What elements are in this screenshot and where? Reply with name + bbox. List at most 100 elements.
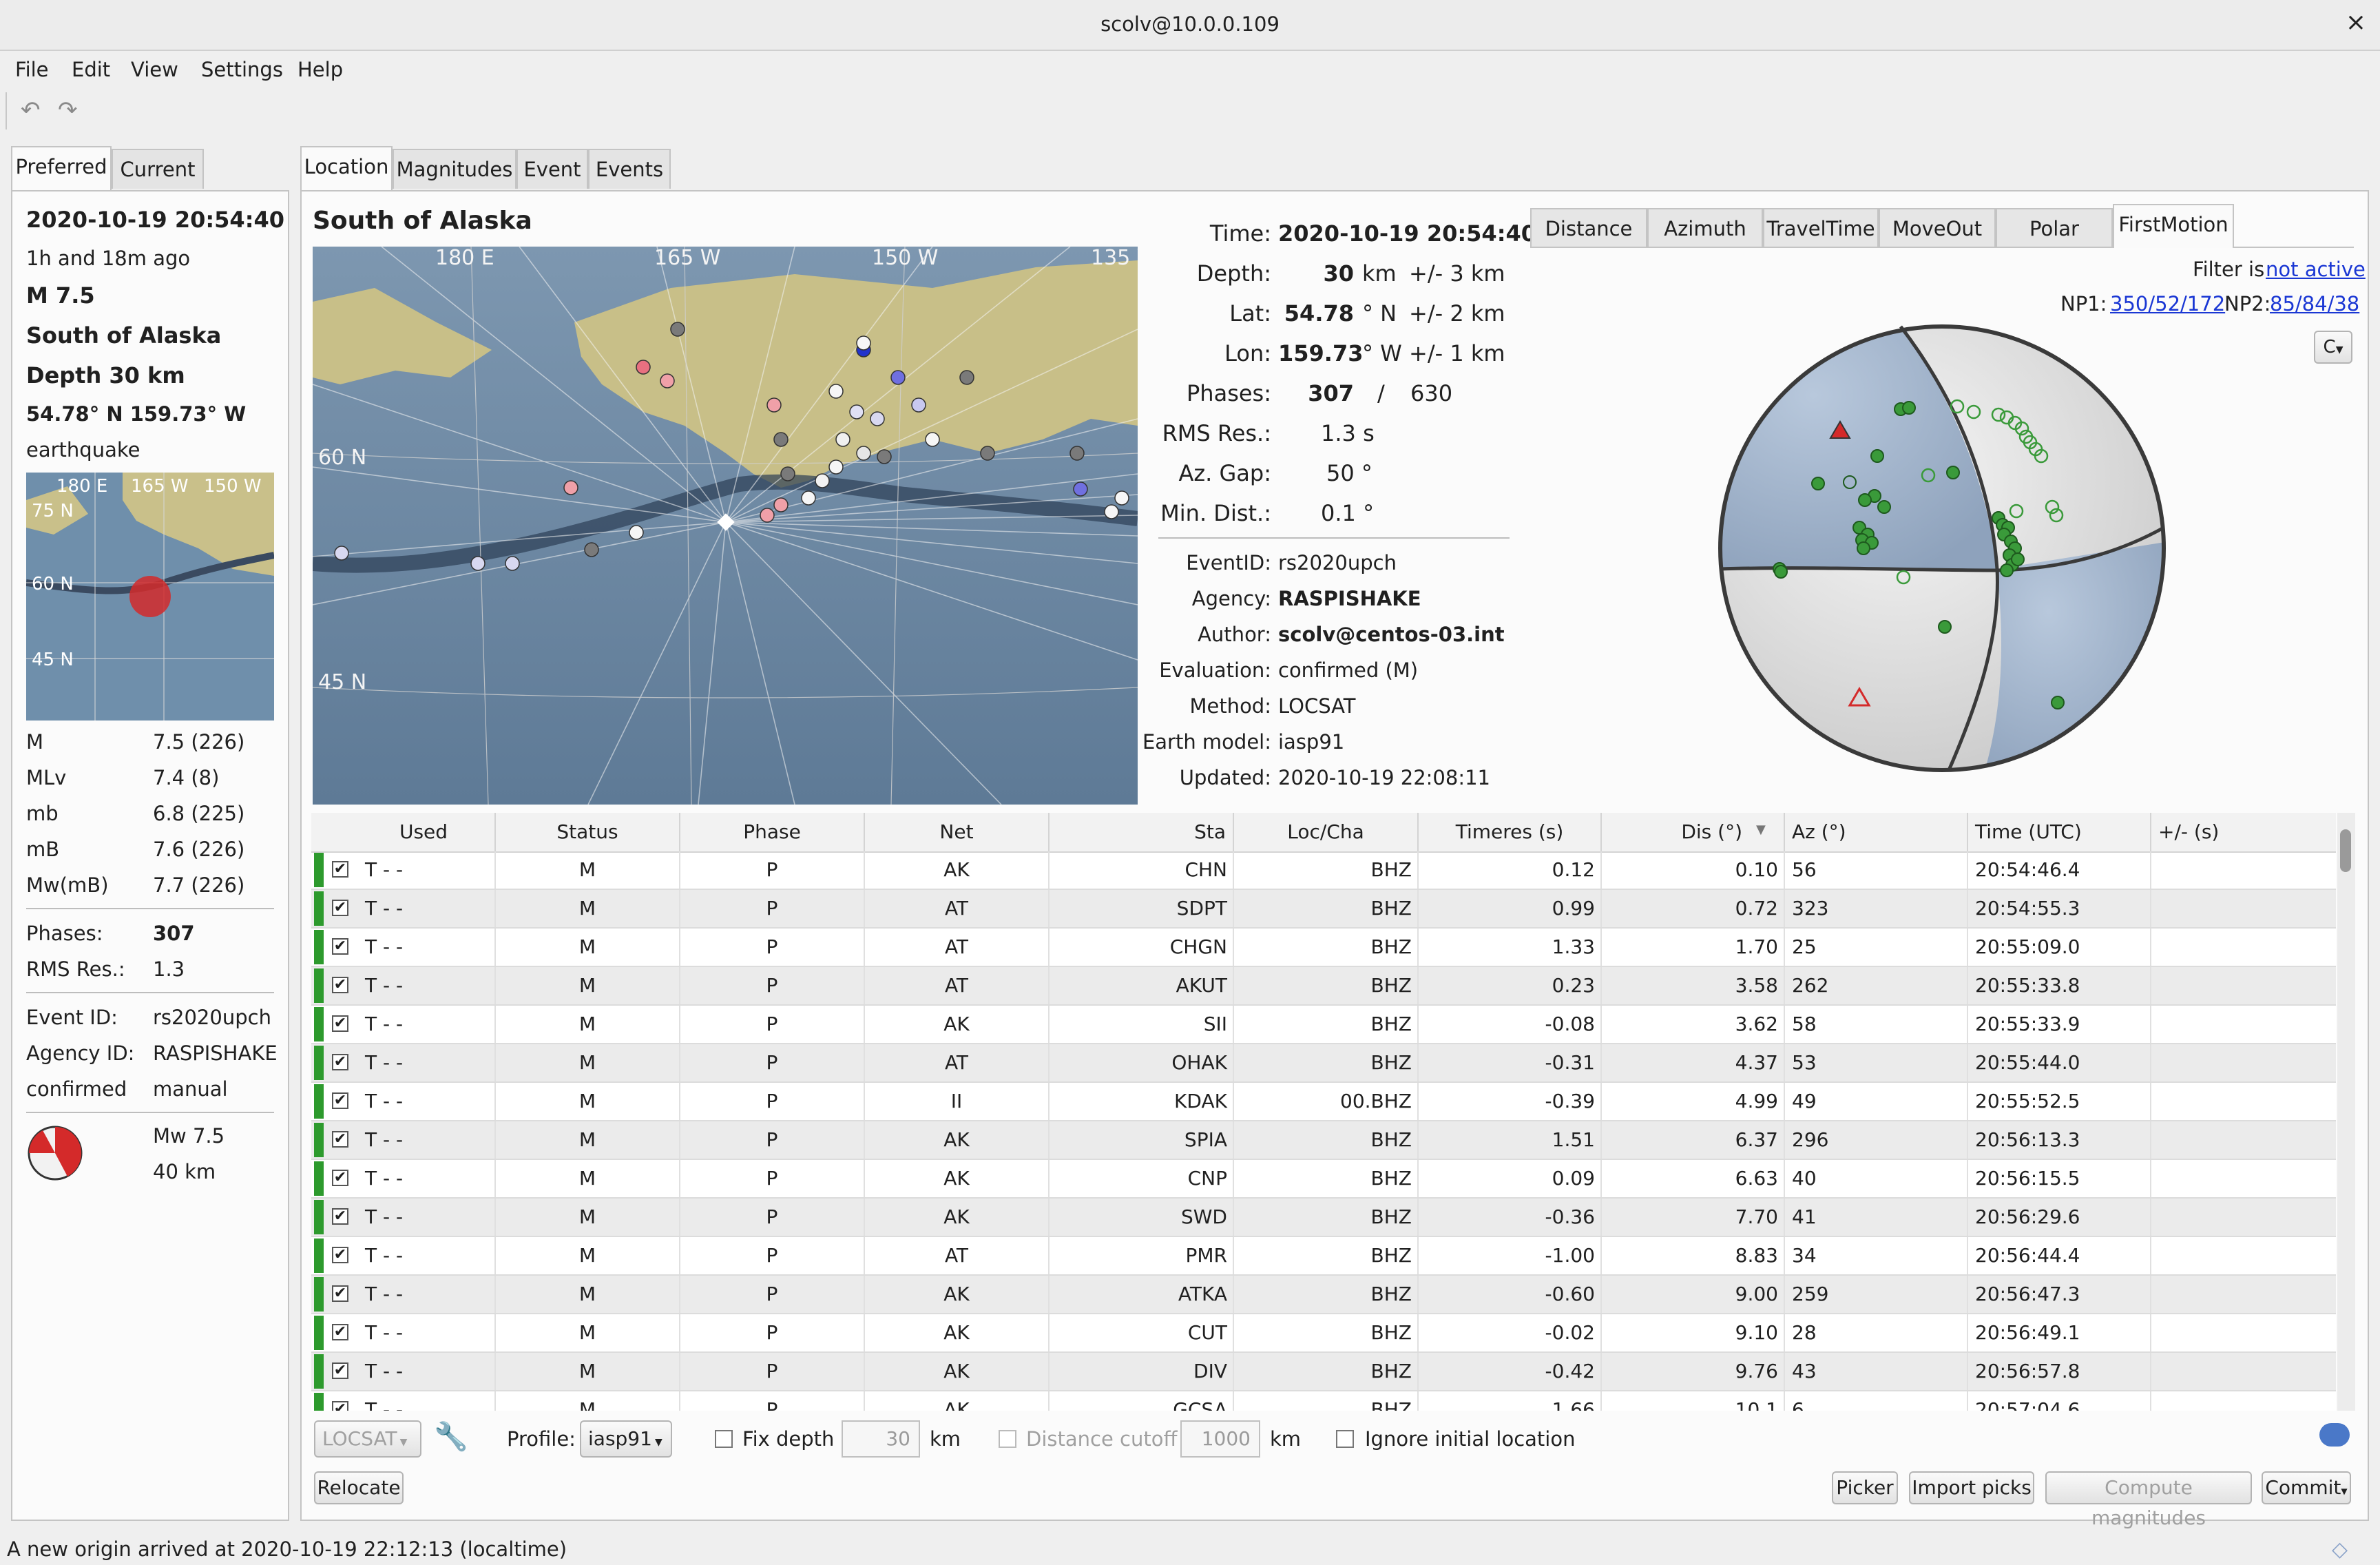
close-icon[interactable]: ×	[2346, 8, 2366, 37]
cell-status: M	[496, 1199, 680, 1236]
summary-ago: 1h and 18m ago	[26, 247, 191, 270]
mag-name: MLv	[26, 766, 67, 789]
cell-used: T - -	[311, 1083, 496, 1120]
cell-time: 20:54:46.4	[1968, 851, 2151, 889]
tab-moveout[interactable]: MoveOut	[1879, 208, 1996, 248]
table-row[interactable]: ✔ T - - M P AK ATKA BHZ -0.60 9.00 259 20:56:47.3	[311, 1276, 2336, 1314]
mini-map[interactable]: 180 E 165 W 150 W 75 N 60 N 45 N	[26, 473, 274, 721]
menu-file[interactable]: File	[15, 58, 49, 81]
fix-depth-input[interactable]: 30	[842, 1420, 920, 1458]
relocate-button[interactable]: Relocate	[314, 1471, 404, 1504]
agency-value: RASPISHAKE	[153, 1041, 278, 1065]
mag-value: 7.4 (8)	[153, 766, 220, 789]
table-row[interactable]: ✔ T - - M P AT SDPT BHZ 0.99 0.72 323 20:54:55.3	[311, 890, 2336, 929]
col-err[interactable]: +/- (s)	[2151, 813, 2336, 851]
menu-view[interactable]: View	[131, 58, 178, 81]
col-phase[interactable]: Phase	[680, 813, 865, 851]
table-scrollbar[interactable]	[2337, 813, 2355, 1411]
tab-current[interactable]: Current	[112, 149, 204, 189]
menu-settings[interactable]: Settings	[201, 58, 283, 81]
table-row[interactable]: ✔ T - - M P AK CUT BHZ -0.02 9.10 28 20:56:49.1	[311, 1314, 2336, 1353]
undo-icon[interactable]: ↶	[21, 96, 41, 124]
cell-err	[2151, 890, 2336, 927]
cell-timeres: 0.23	[1419, 967, 1602, 1004]
table-row[interactable]: ✔ T - - M P II KDAK 00.BHZ -0.39 4.99 49 20:55:52.…	[311, 1083, 2336, 1121]
redo-icon[interactable]: ↷	[58, 96, 78, 124]
import-picks-button[interactable]: Import picks	[1909, 1471, 2034, 1504]
table-row[interactable]: ✔ T - - M P AK CNP BHZ 0.09 6.63 40 20:56:15.5	[311, 1160, 2336, 1199]
lon-value: 159.73	[1278, 340, 1364, 366]
cell-used: T - -	[311, 1044, 496, 1081]
cell-dis: 10.1	[1602, 1391, 1785, 1411]
col-loccha[interactable]: Loc/Cha	[1234, 813, 1419, 851]
table-row[interactable]: ✔ T - - M P AK SWD BHZ -0.36 7.70 41 20:56:29.6	[311, 1199, 2336, 1237]
cell-time: 20:56:44.4	[1968, 1237, 2151, 1274]
fix-depth-checkbox[interactable]	[715, 1430, 733, 1448]
mag-name: M	[26, 730, 44, 754]
fm-options-button[interactable]: C▼	[2314, 331, 2352, 364]
cell-err	[2151, 967, 2336, 1004]
tab-preferred[interactable]: Preferred	[11, 146, 112, 190]
col-sta[interactable]: Sta	[1050, 813, 1234, 851]
cell-status: M	[496, 967, 680, 1004]
tab-location[interactable]: Location	[300, 146, 393, 190]
table-row[interactable]: ✔ T - - M P AT OHAK BHZ -0.31 4.37 53 20:55:44.0	[311, 1044, 2336, 1083]
table-row[interactable]: ✔ T - - M P AT AKUT BHZ 0.23 3.58 262 20:55:33.8	[311, 967, 2336, 1006]
cell-dis: 0.10	[1602, 851, 1785, 889]
chevron-down-icon: ▼	[2335, 344, 2344, 355]
cell-sta: SDPT	[1050, 890, 1234, 927]
tab-firstmotion[interactable]: FirstMotion	[2113, 204, 2234, 248]
chat-icon[interactable]	[2319, 1423, 2350, 1447]
distance-cutoff-input[interactable]: 1000	[1180, 1420, 1260, 1458]
rms-label: RMS Res.:	[26, 957, 125, 981]
table-row[interactable]: ✔ T - - M P AK CHN BHZ 0.12 0.10 56 20:54:46.4	[311, 851, 2336, 890]
table-row[interactable]: ✔ T - - M P AK SPIA BHZ 1.51 6.37 296 20:56:13.3	[311, 1121, 2336, 1160]
tab-traveltime[interactable]: TravelTime	[1763, 208, 1879, 248]
col-used[interactable]: Used	[311, 813, 496, 851]
table-row[interactable]: ✔ T - - M P AT PMR BHZ -1.00 8.83 34 20:56:44.4	[311, 1237, 2336, 1276]
np2-link[interactable]: 85/84/38	[2270, 292, 2359, 315]
fix-depth-unit: km	[930, 1427, 961, 1451]
picker-button[interactable]: Picker	[1832, 1471, 1898, 1504]
cell-phase: P	[680, 1083, 865, 1120]
filter-link[interactable]: not active	[2266, 258, 2366, 281]
tab-event[interactable]: Event	[516, 149, 588, 189]
tab-azimuth[interactable]: Azimuth	[1647, 208, 1763, 248]
tab-distance[interactable]: Distance	[1530, 208, 1647, 248]
col-time[interactable]: Time (UTC)	[1968, 813, 2151, 851]
col-timeres[interactable]: Timeres (s)	[1419, 813, 1602, 851]
window-title: scolv@10.0.0.109	[1100, 12, 1280, 36]
commit-button[interactable]: Commit▼	[2262, 1471, 2351, 1504]
cell-phase: P	[680, 890, 865, 927]
method-select[interactable]: LOCSAT ▼	[314, 1420, 421, 1458]
np1-link[interactable]: 350/52/172	[2110, 292, 2225, 315]
ignore-initial-checkbox[interactable]	[1336, 1430, 1354, 1448]
table-row[interactable]: ✔ T - - M P AK GCSA BHZ 1.66 10.1 6 20:57:04.6	[311, 1391, 2336, 1411]
menu-help[interactable]: Help	[298, 58, 343, 81]
location-map[interactable]: 180 E 165 W 150 W 135 W 60 N 45 N	[313, 247, 1138, 805]
menu-edit[interactable]: Edit	[72, 58, 110, 81]
compute-magnitudes-button[interactable]: Compute magnitudes	[2045, 1471, 2252, 1529]
table-row[interactable]: ✔ T - - M P AK DIV BHZ -0.42 9.76 43 20:56:57.8	[311, 1353, 2336, 1391]
cell-loccha: BHZ	[1234, 890, 1419, 927]
col-status[interactable]: Status	[496, 813, 680, 851]
col-net[interactable]: Net	[865, 813, 1050, 851]
time-label: Time:	[1209, 220, 1271, 247]
firstmotion-plot[interactable]	[1715, 321, 2169, 776]
table-row[interactable]: ✔ T - - M P AK SII BHZ -0.08 3.62 58 20:55:33.9	[311, 1006, 2336, 1044]
eventid-label: Event ID:	[26, 1006, 118, 1029]
cell-dis: 9.76	[1602, 1353, 1785, 1390]
profile-select[interactable]: iasp91 ▼	[580, 1420, 672, 1458]
table-scrollbar-thumb[interactable]	[2340, 829, 2351, 872]
tab-polar[interactable]: Polar	[1996, 208, 2113, 248]
divider	[26, 908, 274, 909]
cell-time: 20:57:04.6	[1968, 1391, 2151, 1411]
cell-status: M	[496, 1276, 680, 1313]
distance-cutoff-checkbox[interactable]	[999, 1430, 1016, 1448]
tab-events[interactable]: Events	[588, 149, 671, 189]
cell-dis: 6.63	[1602, 1160, 1785, 1197]
col-az[interactable]: Az (°)	[1785, 813, 1968, 851]
wrench-icon[interactable]: 🔧	[434, 1420, 468, 1453]
table-row[interactable]: ✔ T - - M P AT CHGN BHZ 1.33 1.70 25 20:55:09.0	[311, 929, 2336, 967]
tab-magnitudes[interactable]: Magnitudes	[393, 149, 516, 189]
